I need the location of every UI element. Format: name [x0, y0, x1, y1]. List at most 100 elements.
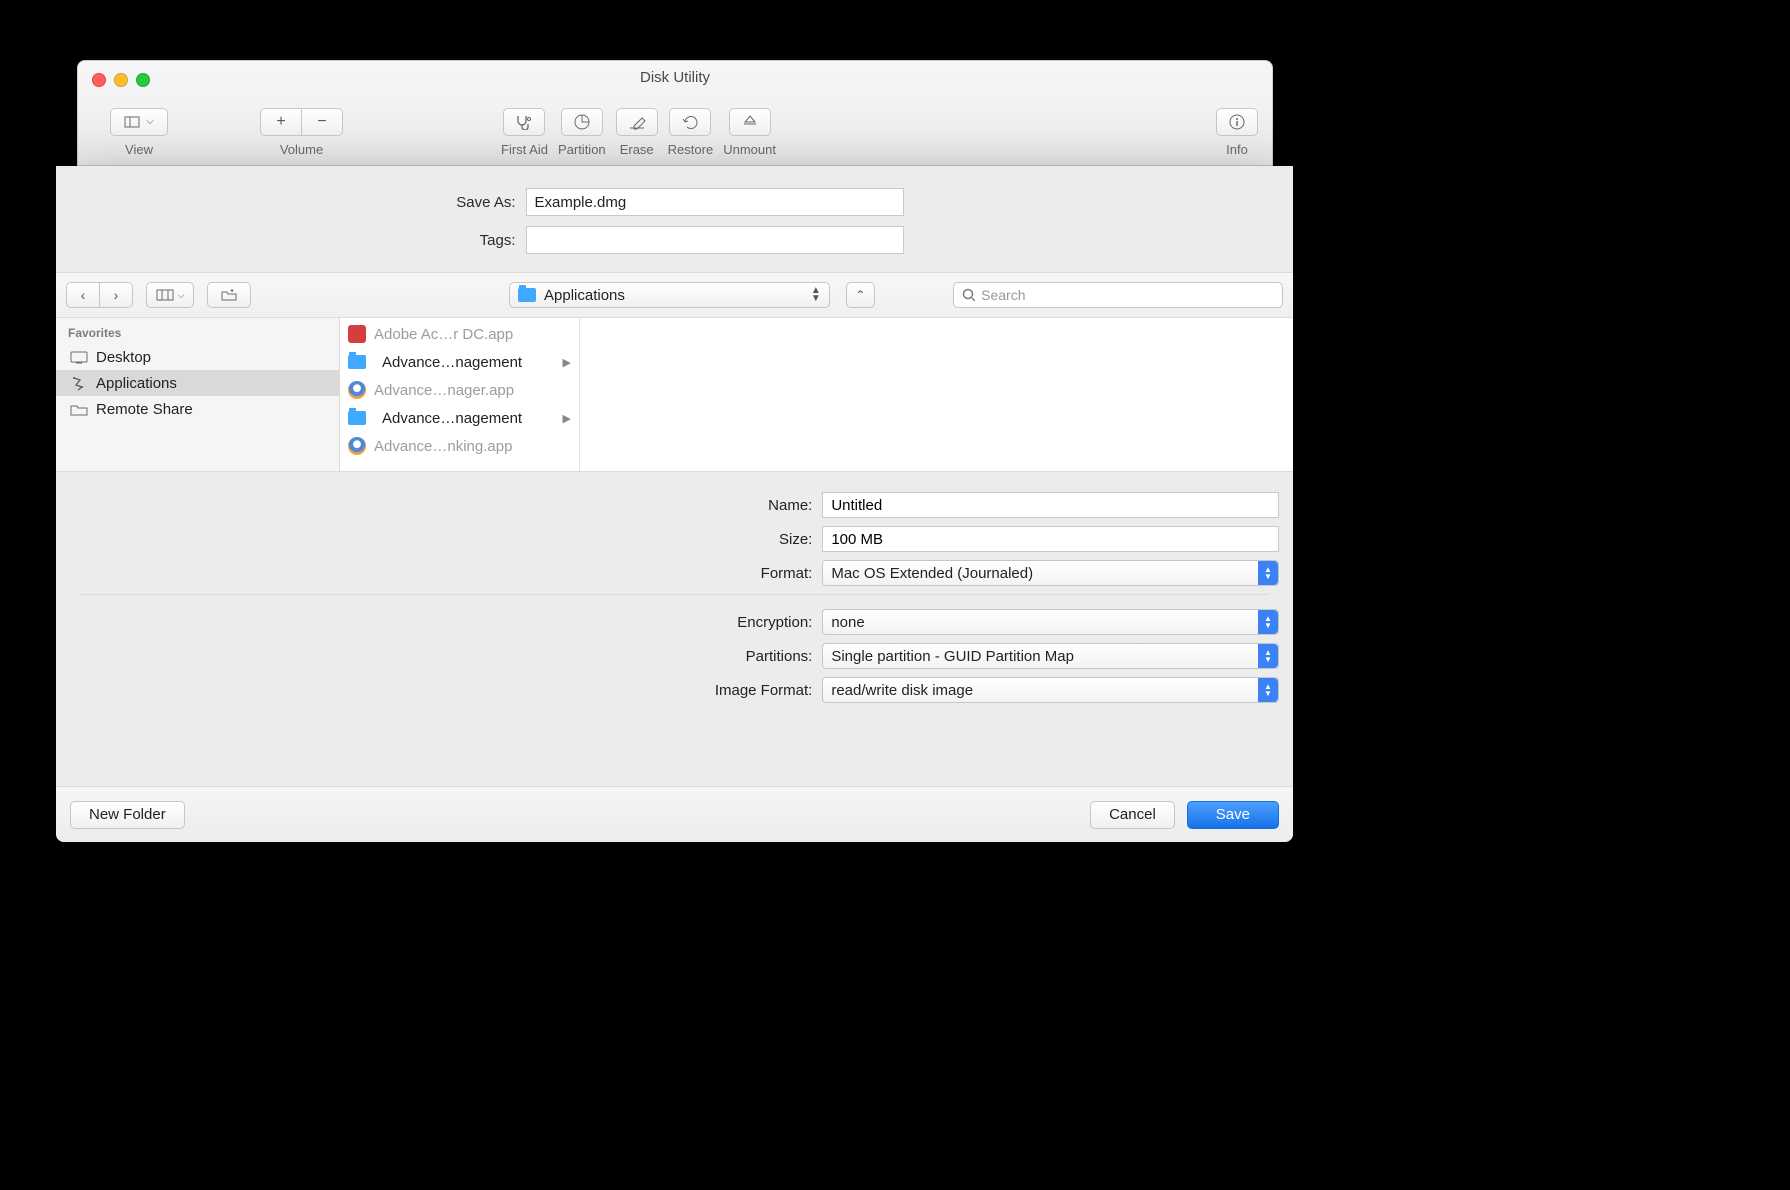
folder-icon [348, 355, 366, 369]
format-label: Format: [70, 565, 812, 582]
file-column: Adobe Ac…r DC.app Advance…nagement ▶ Adv… [340, 318, 580, 471]
view-toggle-button[interactable]: ⌵ [110, 108, 168, 136]
search-field[interactable] [953, 282, 1283, 308]
file-row[interactable]: Advance…nagement ▶ [340, 404, 579, 432]
first-aid-label: First Aid [501, 142, 548, 157]
encryption-value: none [831, 614, 864, 631]
sidebar-icon [124, 116, 140, 128]
divider [80, 594, 1269, 595]
restore-button[interactable] [669, 108, 711, 136]
location-popup[interactable]: Applications ▲▼ [509, 282, 830, 308]
chevron-right-icon: ▶ [563, 356, 571, 369]
file-column-empty [580, 318, 1293, 471]
app-icon [348, 437, 366, 455]
folder-plus-icon [220, 288, 238, 302]
sidebar-item-label: Desktop [96, 349, 151, 366]
save-button[interactable]: Save [1187, 801, 1279, 829]
tags-input[interactable] [526, 226, 904, 254]
nav-forward-button[interactable]: › [99, 282, 133, 308]
file-label: Adobe Ac…r DC.app [374, 326, 513, 343]
size-label: Size: [70, 531, 812, 548]
format-value: Mac OS Extended (Journaled) [831, 565, 1033, 582]
partitions-select[interactable]: Single partition - GUID Partition Map ▲▼ [822, 643, 1279, 669]
tags-label: Tags: [446, 232, 516, 249]
sidebar-item-desktop[interactable]: Desktop [56, 344, 339, 370]
erase-button[interactable] [616, 108, 658, 136]
columns-icon [156, 289, 174, 301]
folder-icon [518, 288, 536, 302]
app-icon [348, 381, 366, 399]
image-format-value: read/write disk image [831, 682, 973, 699]
search-icon [962, 288, 975, 302]
sidebar-item-applications[interactable]: Applications [56, 370, 339, 396]
image-format-select[interactable]: read/write disk image ▲▼ [822, 677, 1279, 703]
file-row[interactable]: Advance…nager.app [340, 376, 579, 404]
stethoscope-icon [515, 114, 533, 130]
partitions-value: Single partition - GUID Partition Map [831, 648, 1074, 665]
applications-icon [70, 376, 88, 390]
sidebar-item-remote-share[interactable]: Remote Share [56, 396, 339, 422]
group-button[interactable] [207, 282, 251, 308]
new-folder-button[interactable]: New Folder [70, 801, 185, 829]
chevron-updown-icon: ▲▼ [811, 287, 821, 303]
file-label: Advance…nagement [382, 410, 522, 427]
unmount-label: Unmount [723, 142, 776, 157]
volume-label: Volume [280, 142, 323, 157]
encryption-label: Encryption: [70, 614, 812, 631]
nav-back-button[interactable]: ‹ [66, 282, 100, 308]
unmount-button[interactable] [729, 108, 771, 136]
save-sheet: Save As: Tags: ‹ › ⌵ Applications ▲▼ [56, 166, 1293, 842]
piechart-icon [573, 113, 591, 131]
app-icon [348, 325, 366, 343]
name-input[interactable] [822, 492, 1279, 518]
file-label: Advance…nager.app [374, 382, 514, 399]
partition-label: Partition [558, 142, 606, 157]
erase-label: Erase [620, 142, 654, 157]
browser-toolbar: ‹ › ⌵ Applications ▲▼ ⌃ [56, 272, 1293, 318]
volume-add-button[interactable]: + [260, 108, 302, 136]
chevron-updown-icon: ▲▼ [1258, 561, 1278, 585]
cancel-button[interactable]: Cancel [1090, 801, 1175, 829]
encryption-select[interactable]: none ▲▼ [822, 609, 1279, 635]
chevron-updown-icon: ▲▼ [1258, 678, 1278, 702]
sidebar-item-label: Remote Share [96, 401, 193, 418]
folder-icon [348, 411, 366, 425]
partition-button[interactable] [561, 108, 603, 136]
save-as-label: Save As: [446, 194, 516, 211]
file-label: Advance…nagement [382, 354, 522, 371]
volume-remove-button[interactable]: − [301, 108, 343, 136]
chevron-updown-icon: ▲▼ [1258, 644, 1278, 668]
info-label: Info [1226, 142, 1248, 157]
collapse-button[interactable]: ⌃ [846, 282, 875, 308]
sheet-footer: New Folder Cancel Save [56, 786, 1293, 842]
size-input[interactable] [822, 526, 1279, 552]
partitions-label: Partitions: [70, 648, 812, 665]
image-format-label: Image Format: [70, 682, 812, 699]
folder-icon [70, 402, 88, 416]
disk-utility-window: Disk Utility ⌵ View + − Volume First Aid [77, 60, 1273, 168]
search-input[interactable] [981, 287, 1274, 303]
first-aid-button[interactable] [503, 108, 545, 136]
chevron-up-icon: ⌃ [855, 288, 865, 302]
file-row[interactable]: Advance…nking.app [340, 432, 579, 460]
undo-icon [681, 114, 699, 130]
file-row[interactable]: Adobe Ac…r DC.app [340, 320, 579, 348]
file-label: Advance…nking.app [374, 438, 512, 455]
window-title: Disk Utility [78, 69, 1272, 86]
location-text: Applications [544, 287, 625, 304]
format-select[interactable]: Mac OS Extended (Journaled) ▲▼ [822, 560, 1279, 586]
name-label: Name: [70, 497, 812, 514]
sidebar-heading: Favorites [56, 324, 339, 344]
info-button[interactable] [1216, 108, 1258, 136]
sidebar-item-label: Applications [96, 375, 177, 392]
view-mode-button[interactable]: ⌵ [146, 282, 194, 308]
info-icon [1228, 113, 1246, 131]
chevron-updown-icon: ▲▼ [1258, 610, 1278, 634]
restore-label: Restore [668, 142, 714, 157]
eject-icon [742, 114, 758, 130]
view-label: View [125, 142, 153, 157]
file-row[interactable]: Advance…nagement ▶ [340, 348, 579, 376]
chevron-right-icon: ▶ [563, 412, 571, 425]
desktop-icon [70, 350, 88, 364]
save-as-input[interactable] [526, 188, 904, 216]
